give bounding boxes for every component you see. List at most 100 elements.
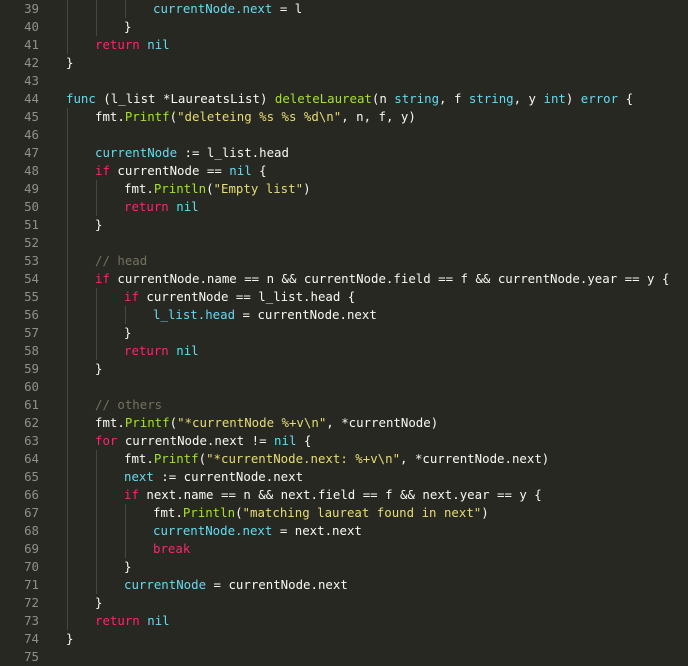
code-line[interactable]: 61 // others	[0, 396, 688, 414]
code-token: (	[235, 505, 243, 520]
code-text: currentNode.next = next.next	[153, 522, 362, 540]
line-number: 55	[24, 289, 39, 304]
code-line[interactable]: 57}	[0, 324, 688, 342]
code-token: currentNode ==	[109, 163, 230, 178]
code-text: }	[95, 360, 102, 378]
code-token: , f	[439, 91, 469, 106]
code-token: currentNode == l_list.head {	[138, 289, 356, 304]
code-line[interactable]: 45 fmt.Printf("deleteing %s %s %d\n", n, …	[0, 108, 688, 126]
code-text: if currentNode == l_list.head {	[124, 288, 355, 306]
code-token: )	[565, 91, 581, 106]
line-number: 69	[24, 541, 39, 556]
indent-guide	[96, 450, 97, 468]
line-number: 71	[24, 577, 39, 592]
code-line[interactable]: 47 currentNode := l_list.head	[0, 144, 688, 162]
code-line[interactable]: 59}	[0, 360, 688, 378]
code-line[interactable]: 70}	[0, 558, 688, 576]
indent-guide	[67, 594, 68, 612]
code-token: (	[169, 109, 178, 124]
code-line[interactable]: 43	[0, 72, 688, 90]
code-text: next := currentNode.next	[124, 468, 303, 486]
code-line[interactable]: 49 fmt.Println("Empty list")	[0, 180, 688, 198]
code-token: , *currentNode.next)	[400, 451, 550, 466]
code-text: fmt.Printf("*currentNode %+v\n", *curren…	[95, 414, 438, 432]
code-token: if	[124, 289, 139, 304]
indent-guide	[96, 486, 97, 504]
line-number: 60	[24, 379, 39, 394]
code-line[interactable]: 54 if currentNode.name == n && currentNod…	[0, 270, 688, 288]
indent-guide	[96, 558, 97, 576]
code-line[interactable]: 74}	[0, 630, 688, 648]
code-token: // others	[95, 397, 163, 412]
line-number: 46	[24, 127, 39, 142]
code-line[interactable]: 48 if currentNode == nil {	[0, 162, 688, 180]
code-line[interactable]: 75	[0, 648, 688, 666]
code-line[interactable]: 51}	[0, 216, 688, 234]
code-token: (	[206, 181, 214, 196]
indent-guide	[96, 288, 97, 306]
code-token: }	[124, 19, 132, 34]
code-token: func	[66, 91, 96, 106]
line-number: 41	[24, 37, 39, 52]
code-token: fmt.	[95, 415, 125, 430]
code-line[interactable]: 52	[0, 234, 688, 252]
code-line[interactable]: 53 // head	[0, 252, 688, 270]
code-line[interactable]: 42}	[0, 54, 688, 72]
code-token: currentNode.next !=	[117, 433, 275, 448]
code-line[interactable]: 50 return nil	[0, 198, 688, 216]
indent-guide	[67, 324, 68, 342]
line-number: 64	[24, 451, 39, 466]
code-line[interactable]: 72}	[0, 594, 688, 612]
indent-guide	[67, 540, 68, 558]
code-token: }	[124, 559, 132, 574]
indent-guide	[67, 0, 68, 18]
code-token: }	[95, 217, 103, 232]
code-line[interactable]: 67 fmt.Println("matching laureat found in…	[0, 504, 688, 522]
code-line[interactable]: 40}	[0, 18, 688, 36]
indent-guide	[67, 306, 68, 324]
code-token: currentNode	[124, 577, 207, 592]
code-token: return	[124, 343, 169, 358]
line-number: 73	[24, 613, 39, 628]
indent-guide	[96, 468, 97, 486]
code-line[interactable]: 66 if next.name == n && next.field == f &…	[0, 486, 688, 504]
code-line[interactable]: 71 currentNode = currentNode.next	[0, 576, 688, 594]
code-text: currentNode := l_list.head	[95, 144, 289, 162]
code-text: // others	[95, 396, 162, 414]
code-line[interactable]: 46	[0, 126, 688, 144]
code-token: string	[468, 91, 514, 106]
code-token: nil	[176, 199, 199, 214]
indent-guide	[67, 108, 68, 126]
code-line[interactable]: 41 return nil	[0, 36, 688, 54]
code-text: if currentNode.name == n && currentNode.…	[95, 270, 669, 288]
line-number: 54	[24, 271, 39, 286]
code-text: fmt.Printf("deleteing %s %s %d\n", n, f,…	[95, 108, 416, 126]
code-line[interactable]: 55 if currentNode == l_list.head {	[0, 288, 688, 306]
code-line[interactable]: 65 next := currentNode.next	[0, 468, 688, 486]
indent-guide	[96, 342, 97, 360]
code-text: return nil	[95, 36, 170, 54]
code-text: if next.name == n && next.field == f && …	[124, 486, 542, 504]
indent-guide	[125, 504, 126, 522]
code-line[interactable]: 69 break	[0, 540, 688, 558]
code-line[interactable]: 73 return nil	[0, 612, 688, 630]
code-line[interactable]: 39 currentNode.next = l	[0, 0, 688, 18]
code-editor[interactable]: 39 currentNode.next = l 40} 41 return nil 42}…	[0, 0, 688, 664]
code-token: = currentNode.next	[206, 577, 348, 592]
code-token: next	[124, 469, 154, 484]
code-line[interactable]: 60	[0, 378, 688, 396]
code-line[interactable]: 56 l_list.head = currentNode.next	[0, 306, 688, 324]
code-token: currentNode.next	[153, 523, 273, 538]
code-text: }	[66, 54, 73, 72]
code-token: nil	[229, 163, 252, 178]
code-line[interactable]: 62 fmt.Printf("*currentNode %+v\n", *curr…	[0, 414, 688, 432]
code-line[interactable]: 44 func (l_list *LaureatsList) deleteLaur…	[0, 90, 688, 108]
indent-guide	[67, 18, 68, 36]
code-line[interactable]: 58 return nil	[0, 342, 688, 360]
code-line[interactable]: 63 for currentNode.next != nil {	[0, 432, 688, 450]
code-line[interactable]: 68 currentNode.next = next.next	[0, 522, 688, 540]
code-token: }	[66, 55, 74, 70]
code-token: = l	[272, 1, 303, 16]
code-line[interactable]: 64 fmt.Printf("*currentNode.next: %+v\n",…	[0, 450, 688, 468]
code-text: break	[153, 540, 190, 558]
